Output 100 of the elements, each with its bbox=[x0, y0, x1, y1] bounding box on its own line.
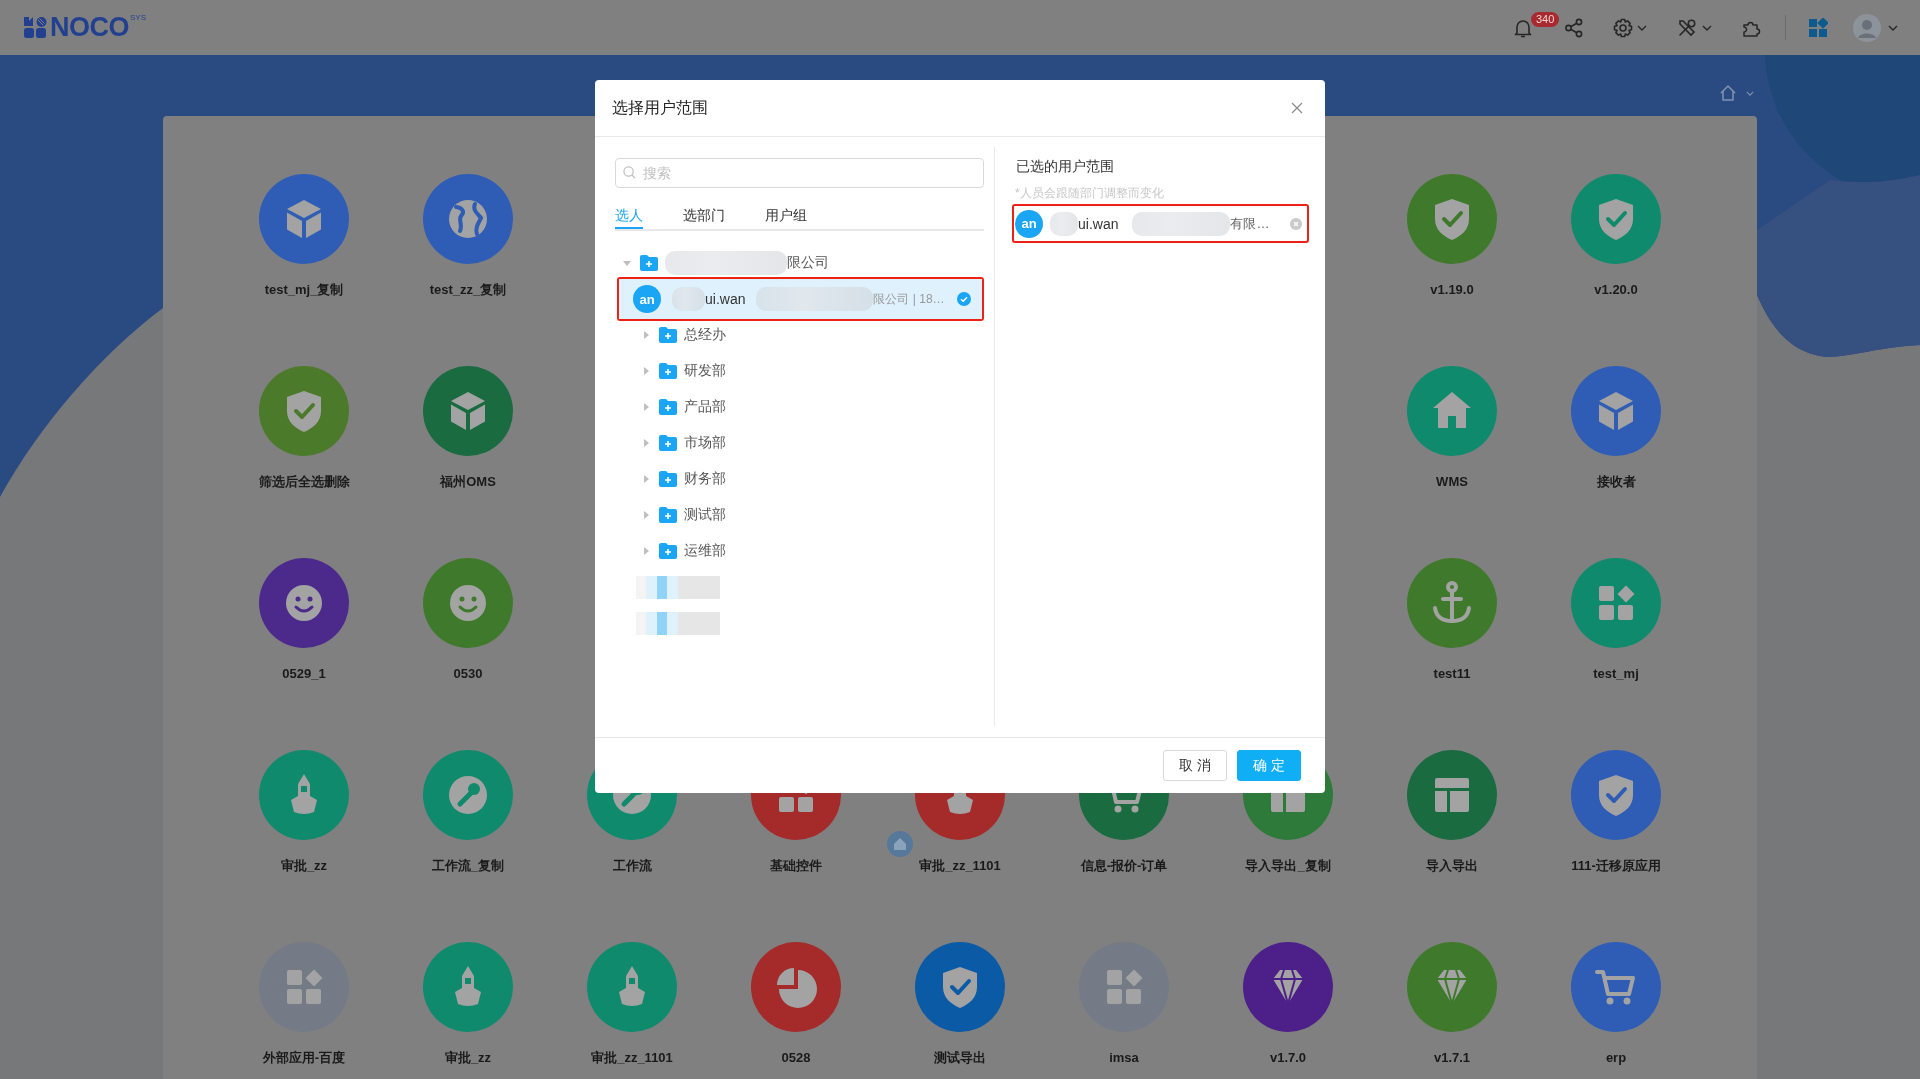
app-label[interactable]: 审批_zz bbox=[280, 856, 328, 876]
department-label[interactable]: 限公司 bbox=[787, 254, 829, 272]
shield-check-icon[interactable] bbox=[1407, 174, 1497, 264]
app-label[interactable]: v1.19.0 bbox=[1430, 280, 1474, 300]
app-label[interactable]: 审批_zz bbox=[444, 1048, 492, 1068]
pie-chart-icon[interactable] bbox=[751, 942, 841, 1032]
logo-superscript: SYS bbox=[130, 14, 146, 22]
wrench-icon[interactable] bbox=[423, 750, 513, 840]
anchor-icon[interactable] bbox=[1407, 558, 1497, 648]
tab[interactable]: 用户组 bbox=[765, 200, 807, 229]
folder-plus-icon bbox=[659, 543, 677, 559]
shield-check-icon[interactable] bbox=[915, 942, 1005, 1032]
app-label[interactable]: test_mj bbox=[1593, 664, 1639, 684]
app-label[interactable]: test11 bbox=[1433, 664, 1471, 684]
app-label[interactable]: v1.7.1 bbox=[1433, 1048, 1471, 1068]
cube-icon[interactable] bbox=[259, 174, 349, 264]
gear-icon[interactable] bbox=[1613, 17, 1633, 38]
shield-check-icon[interactable] bbox=[1571, 750, 1661, 840]
logo-text: NOCO bbox=[50, 14, 129, 41]
folder-plus-icon bbox=[640, 255, 658, 271]
user-avatar: an bbox=[633, 285, 661, 313]
department-label[interactable]: 市场部 bbox=[684, 434, 726, 452]
app-grid-icon[interactable] bbox=[1808, 17, 1828, 38]
user-name: ui.wan bbox=[705, 291, 746, 307]
tiles-icon[interactable] bbox=[259, 942, 349, 1032]
house-icon[interactable] bbox=[1407, 366, 1497, 456]
caret-right-icon[interactable] bbox=[642, 547, 650, 555]
app-label[interactable]: v1.20.0 bbox=[1594, 280, 1638, 300]
caret-right-icon[interactable] bbox=[642, 367, 650, 375]
department-label[interactable]: 研发部 bbox=[684, 362, 726, 380]
bell-icon[interactable] bbox=[1513, 17, 1533, 38]
cube-icon[interactable] bbox=[423, 366, 513, 456]
app-label[interactable]: 111-迁移原应用 bbox=[1571, 856, 1661, 876]
app-label[interactable]: v1.7.0 bbox=[1269, 1048, 1307, 1068]
app-label[interactable]: test_zz_复制 bbox=[429, 280, 507, 300]
check-circle-icon bbox=[957, 292, 971, 306]
department-label[interactable]: 运维部 bbox=[684, 542, 726, 560]
confirm-button[interactable]: 确 定 bbox=[1237, 750, 1301, 781]
cube-icon[interactable] bbox=[1571, 366, 1661, 456]
smiley-icon[interactable] bbox=[423, 558, 513, 648]
app-label[interactable]: 福州OMS bbox=[440, 472, 496, 492]
department-label[interactable]: 总经办 bbox=[684, 326, 726, 344]
app-label[interactable]: erp bbox=[1605, 1048, 1627, 1068]
user-row[interactable]: an ui.wan 限公司 | 18… bbox=[619, 279, 982, 319]
folder-plus-icon bbox=[659, 399, 677, 415]
caret-down-icon[interactable] bbox=[1746, 91, 1754, 96]
folder-plus-icon bbox=[659, 507, 677, 523]
department-label[interactable]: 测试部 bbox=[684, 506, 726, 524]
caret-right-icon[interactable] bbox=[642, 331, 650, 339]
app-label[interactable]: 0530 bbox=[453, 664, 483, 684]
department-label[interactable]: 财务部 bbox=[684, 470, 726, 488]
shield-check-icon[interactable] bbox=[1571, 174, 1661, 264]
tools-icon[interactable] bbox=[1677, 17, 1697, 38]
caret-down-icon[interactable] bbox=[1888, 24, 1898, 31]
app-label[interactable]: 导入导出_复制 bbox=[1245, 856, 1331, 876]
app-label[interactable]: 工作流 bbox=[612, 856, 652, 876]
caret-right-icon[interactable] bbox=[642, 475, 650, 483]
app-label[interactable]: 导入导出 bbox=[1426, 856, 1478, 876]
app-label[interactable]: 接收者 bbox=[1596, 472, 1636, 492]
app-label[interactable]: 工作流_复制 bbox=[431, 856, 505, 876]
app-label[interactable]: 外部应用-百度 bbox=[262, 1048, 346, 1068]
app-label[interactable]: 测试导出 bbox=[934, 1048, 986, 1068]
caret-down-icon[interactable] bbox=[1637, 24, 1647, 31]
tiles-icon[interactable] bbox=[1571, 558, 1661, 648]
layout-icon[interactable] bbox=[1407, 750, 1497, 840]
tab[interactable]: 选部门 bbox=[683, 200, 725, 229]
app-label[interactable]: 0528 bbox=[781, 1048, 811, 1068]
dialog-title: 选择用户范围 bbox=[612, 97, 708, 118]
shield-check-icon[interactable] bbox=[259, 366, 349, 456]
caret-right-icon[interactable] bbox=[642, 403, 650, 411]
cancel-button[interactable]: 取 消 bbox=[1163, 750, 1227, 781]
department-label[interactable]: 产品部 bbox=[684, 398, 726, 416]
app-label[interactable]: 筛选后全选删除 bbox=[258, 472, 350, 492]
tiles-icon[interactable] bbox=[1079, 942, 1169, 1032]
caret-right-icon[interactable] bbox=[642, 511, 650, 519]
app-label[interactable]: WMS bbox=[1436, 472, 1468, 492]
caret-down-icon[interactable] bbox=[623, 259, 631, 267]
close-icon[interactable] bbox=[1291, 102, 1303, 114]
globe-icon[interactable] bbox=[423, 174, 513, 264]
floating-ball-icon[interactable] bbox=[887, 831, 913, 857]
app-label[interactable]: 审批_zz_1101 bbox=[591, 1048, 673, 1068]
clear-icon[interactable] bbox=[1290, 217, 1302, 230]
app-label[interactable]: test_mj_复制 bbox=[264, 280, 344, 300]
app-label[interactable]: 基础控件 bbox=[770, 856, 822, 876]
caret-right-icon[interactable] bbox=[642, 439, 650, 447]
app-label[interactable]: imsa bbox=[1109, 1048, 1139, 1068]
search-field[interactable]: 搜索 bbox=[615, 158, 984, 188]
tab[interactable]: 选人 bbox=[615, 200, 643, 229]
user-name: ui.wan bbox=[1078, 215, 1119, 232]
app-label[interactable]: 审批_zz_1101 bbox=[919, 856, 1001, 876]
caret-down-icon[interactable] bbox=[1702, 24, 1712, 31]
avatar-icon[interactable] bbox=[1853, 13, 1881, 42]
home-icon[interactable] bbox=[1719, 84, 1737, 102]
logo-mark-icon bbox=[24, 17, 47, 38]
share-icon[interactable] bbox=[1564, 17, 1584, 38]
app-label[interactable]: 0529_1 bbox=[282, 664, 326, 684]
folder-plus-icon bbox=[659, 327, 677, 343]
app-label[interactable]: 信息-报价-订单 bbox=[1080, 856, 1168, 876]
folder-plus-icon bbox=[659, 363, 677, 379]
smiley-icon[interactable] bbox=[259, 558, 349, 648]
